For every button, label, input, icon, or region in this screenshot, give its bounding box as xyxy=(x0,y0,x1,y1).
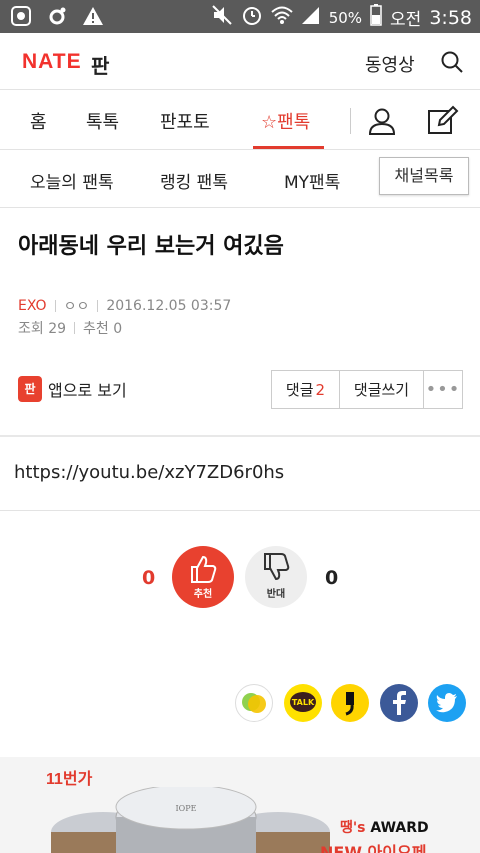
recommend-count: 추천 0 xyxy=(83,321,123,337)
site-header: NATE 판 동영상 xyxy=(0,33,480,90)
tab-fantalk-label: 팬톡 xyxy=(277,112,311,133)
kakaotalk-text: TALK xyxy=(292,698,315,707)
comment-button-group: 댓글 2 댓글쓰기 ••• xyxy=(271,370,463,409)
tab-panphoto[interactable]: 판포토 xyxy=(160,108,210,134)
comments-button[interactable]: 댓글 2 xyxy=(272,371,340,408)
wifi-icon xyxy=(271,5,293,30)
write-comment-button[interactable]: 댓글쓰기 xyxy=(340,371,424,408)
view-count: 조회 29 xyxy=(18,321,67,337)
post-datetime: 2016.12.05 03:57 xyxy=(106,298,232,314)
cushion-compact-image: IOPE xyxy=(51,787,330,853)
comment-count: 2 xyxy=(315,380,326,399)
time-ampm: 오전 xyxy=(390,10,422,30)
article-stats: 조회 29 추천 0 xyxy=(18,318,122,338)
pann-logo[interactable]: 판 xyxy=(91,50,109,79)
downvote-button[interactable]: 반대 xyxy=(245,546,307,608)
video-link[interactable]: 동영상 xyxy=(365,51,415,77)
article-link[interactable]: https://youtu.be/xzY7ZD6r0hs xyxy=(14,462,284,483)
subtab-ranking-fantalk[interactable]: 랭킹 팬톡 xyxy=(160,168,228,193)
article-meta: EXO ㅇㅇ 2016.12.05 03:57 xyxy=(18,296,231,316)
channel-list-button[interactable]: 채널목록 xyxy=(379,157,469,195)
active-tab-indicator xyxy=(253,146,324,149)
award-text: 땡's AWARD xyxy=(340,820,429,836)
downvote-label: 반대 xyxy=(266,589,286,600)
tab-toktok[interactable]: 톡톡 xyxy=(86,108,119,134)
star-icon: ☆ xyxy=(261,112,278,133)
upvote-count: 0 xyxy=(142,567,156,589)
thumbs-up-icon xyxy=(191,555,217,583)
channel-link[interactable]: EXO xyxy=(18,298,47,314)
upvote-button[interactable]: 추천 xyxy=(172,546,234,608)
kakaotalk-share-icon[interactable]: TALK xyxy=(284,684,322,722)
subtab-today-fantalk[interactable]: 오늘의 팬톡 xyxy=(30,168,114,193)
article-title: 아래동네 우리 보는거 여깄음 xyxy=(18,234,284,259)
open-in-app-button[interactable]: 판 앱으로 보기 xyxy=(18,376,127,402)
thumbs-down-icon xyxy=(264,553,290,581)
warning-icon xyxy=(82,6,104,30)
app-notification-icon xyxy=(10,5,32,31)
meta-divider xyxy=(54,300,56,312)
user-icon[interactable] xyxy=(367,106,397,136)
nate-logo[interactable]: NATE xyxy=(22,50,82,74)
downvote-count: 0 xyxy=(325,567,339,589)
tab-home[interactable]: 홈 xyxy=(30,108,47,134)
nav-divider xyxy=(350,108,351,134)
battery-percent: 50% xyxy=(328,8,363,27)
search-icon[interactable] xyxy=(440,50,464,74)
pann-app-icon: 판 xyxy=(18,376,42,402)
facebook-share-icon[interactable] xyxy=(380,684,418,722)
ad-banner[interactable]: 11번가 IOPE 땡's AWARD NEW 아이오페 xyxy=(0,757,480,853)
alarm-icon xyxy=(241,4,263,31)
write-icon[interactable] xyxy=(427,105,459,137)
author: ㅇㅇ xyxy=(63,299,90,315)
comments-label: 댓글 xyxy=(285,381,314,399)
twitter-share-icon[interactable] xyxy=(428,684,466,722)
main-nav: 홈 톡톡 판포토 ☆팬톡 xyxy=(0,90,480,150)
mute-icon xyxy=(211,4,233,31)
sub-nav: 오늘의 팬톡 랭킹 팬톡 MY팬톡 채널목록 xyxy=(0,150,480,208)
kakaostory-share-icon[interactable] xyxy=(235,684,273,722)
content-divider xyxy=(0,435,480,437)
content-divider xyxy=(0,510,480,511)
svg-text:IOPE: IOPE xyxy=(176,804,197,813)
tab-fantalk[interactable]: ☆팬톡 xyxy=(261,108,310,134)
signal-icon xyxy=(301,5,321,30)
kakao-share-icon[interactable] xyxy=(331,684,369,722)
clock: 3:58 xyxy=(429,6,472,29)
more-dots-icon: ••• xyxy=(425,379,461,400)
status-bar: 50% 오전 3:58 xyxy=(0,0,480,33)
meta-divider xyxy=(97,300,99,312)
ad-headline: NEW 아이오페 xyxy=(320,843,427,853)
battery-icon xyxy=(370,4,382,31)
subtab-my-fantalk[interactable]: MY팬톡 xyxy=(284,168,340,193)
11st-logo: 11번가 xyxy=(46,771,93,788)
sync-icon xyxy=(46,5,68,31)
open-in-app-label: 앱으로 보기 xyxy=(48,381,127,400)
upvote-label: 추천 xyxy=(193,589,213,600)
meta-divider xyxy=(74,322,76,334)
more-options-button[interactable]: ••• xyxy=(424,371,462,408)
